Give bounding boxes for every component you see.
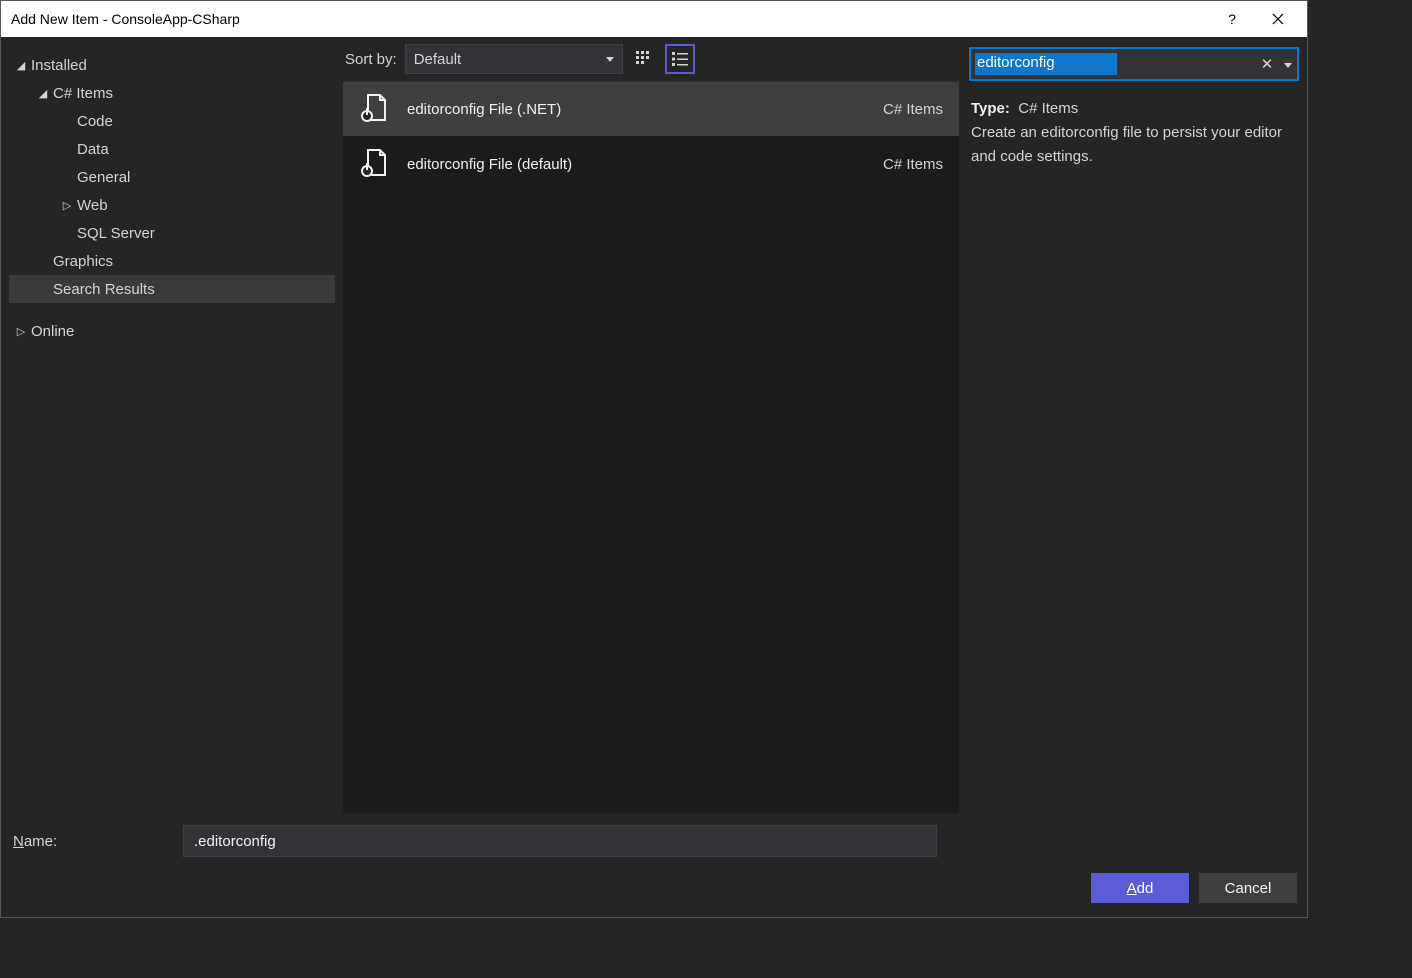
file-config-icon bbox=[353, 89, 393, 129]
name-input[interactable] bbox=[183, 825, 937, 857]
search-options-dropdown[interactable] bbox=[1279, 56, 1297, 72]
collapse-icon: ▷ bbox=[13, 325, 29, 338]
tree-label: General bbox=[75, 169, 130, 186]
grid-icon bbox=[635, 50, 653, 68]
category-tree: ◢ Installed ◢ C# Items Code Data Ge bbox=[1, 37, 343, 813]
view-grid-button[interactable] bbox=[629, 44, 659, 74]
search-input[interactable]: editorconfig ✕ bbox=[969, 47, 1299, 81]
template-category: C# Items bbox=[883, 156, 943, 173]
template-row[interactable]: editorconfig File (default) C# Items bbox=[343, 137, 959, 192]
template-category: C# Items bbox=[883, 101, 943, 118]
add-new-item-dialog: Add New Item - ConsoleApp-CSharp ? ◢ Ins… bbox=[0, 0, 1308, 918]
sort-by-dropdown[interactable]: Default bbox=[405, 44, 623, 74]
button-row: Add Add Cancel bbox=[13, 873, 1297, 903]
cancel-button[interactable]: Cancel bbox=[1199, 873, 1297, 903]
tree-sqlserver[interactable]: SQL Server bbox=[9, 219, 335, 247]
tree-general[interactable]: General bbox=[9, 163, 335, 191]
tree-code[interactable]: Code bbox=[9, 107, 335, 135]
tree-label: Graphics bbox=[51, 253, 113, 270]
upper-area: ◢ Installed ◢ C# Items Code Data Ge bbox=[1, 37, 1307, 813]
footer: NName:ame: Add Add Cancel bbox=[1, 813, 1307, 917]
template-details: Type: C# Items Create an editorconfig fi… bbox=[969, 93, 1299, 173]
tree-installed[interactable]: ◢ Installed bbox=[9, 51, 335, 79]
add-button[interactable]: Add Add bbox=[1091, 873, 1189, 903]
tree-search-results[interactable]: Search Results bbox=[9, 275, 335, 303]
close-button[interactable] bbox=[1255, 2, 1301, 36]
add-label: Add bbox=[1127, 880, 1154, 897]
template-row[interactable]: editorconfig File (.NET) C# Items bbox=[343, 82, 959, 137]
collapse-icon: ▷ bbox=[59, 199, 75, 212]
type-value: C# Items bbox=[1018, 100, 1078, 117]
center-pane: Sort by: Default bbox=[343, 37, 959, 813]
titlebar: Add New Item - ConsoleApp-CSharp ? bbox=[1, 1, 1307, 37]
tree-csharp-items[interactable]: ◢ C# Items bbox=[9, 79, 335, 107]
help-icon: ? bbox=[1228, 11, 1236, 27]
name-label: NName:ame: bbox=[13, 833, 183, 850]
tree-label: Search Results bbox=[51, 281, 155, 298]
tree-label: SQL Server bbox=[75, 225, 155, 242]
window-title: Add New Item - ConsoleApp-CSharp bbox=[11, 11, 1209, 27]
tree-label: C# Items bbox=[51, 85, 113, 102]
name-row: NName:ame: bbox=[13, 825, 1297, 857]
help-button[interactable]: ? bbox=[1209, 2, 1255, 36]
tree-web[interactable]: ▷ Web bbox=[9, 191, 335, 219]
tree-label: Data bbox=[75, 141, 109, 158]
file-config-icon bbox=[353, 144, 393, 184]
toolbar: Sort by: Default bbox=[343, 37, 959, 81]
chevron-down-icon bbox=[606, 57, 614, 62]
tree-graphics[interactable]: Graphics bbox=[9, 247, 335, 275]
tree-label: Online bbox=[29, 323, 74, 340]
template-name: editorconfig File (default) bbox=[407, 156, 883, 173]
sort-by-label: Sort by: bbox=[345, 51, 399, 68]
clear-search-button[interactable]: ✕ bbox=[1255, 55, 1279, 73]
tree-online[interactable]: ▷ Online bbox=[9, 317, 335, 345]
search-value: editorconfig bbox=[975, 53, 1117, 75]
sort-by-value: Default bbox=[414, 51, 462, 68]
close-icon bbox=[1272, 13, 1284, 25]
tree-label: Code bbox=[75, 113, 113, 130]
dialog-body: ◢ Installed ◢ C# Items Code Data Ge bbox=[1, 37, 1307, 917]
cancel-label: Cancel bbox=[1225, 880, 1272, 897]
tree-label: Web bbox=[75, 197, 108, 214]
tree-data[interactable]: Data bbox=[9, 135, 335, 163]
template-name: editorconfig File (.NET) bbox=[407, 101, 883, 118]
template-description: Create an editorconfig file to persist y… bbox=[971, 121, 1297, 169]
view-list-button[interactable] bbox=[665, 44, 695, 74]
template-list: editorconfig File (.NET) C# Items bbox=[343, 81, 959, 813]
type-label: Type: bbox=[971, 100, 1010, 117]
list-icon bbox=[671, 50, 689, 68]
expand-icon: ◢ bbox=[13, 59, 29, 72]
chevron-down-icon bbox=[1284, 63, 1292, 69]
tree-label: Installed bbox=[29, 57, 87, 74]
details-pane: editorconfig ✕ Type: C# Items Create an … bbox=[959, 37, 1307, 813]
expand-icon: ◢ bbox=[35, 87, 51, 100]
